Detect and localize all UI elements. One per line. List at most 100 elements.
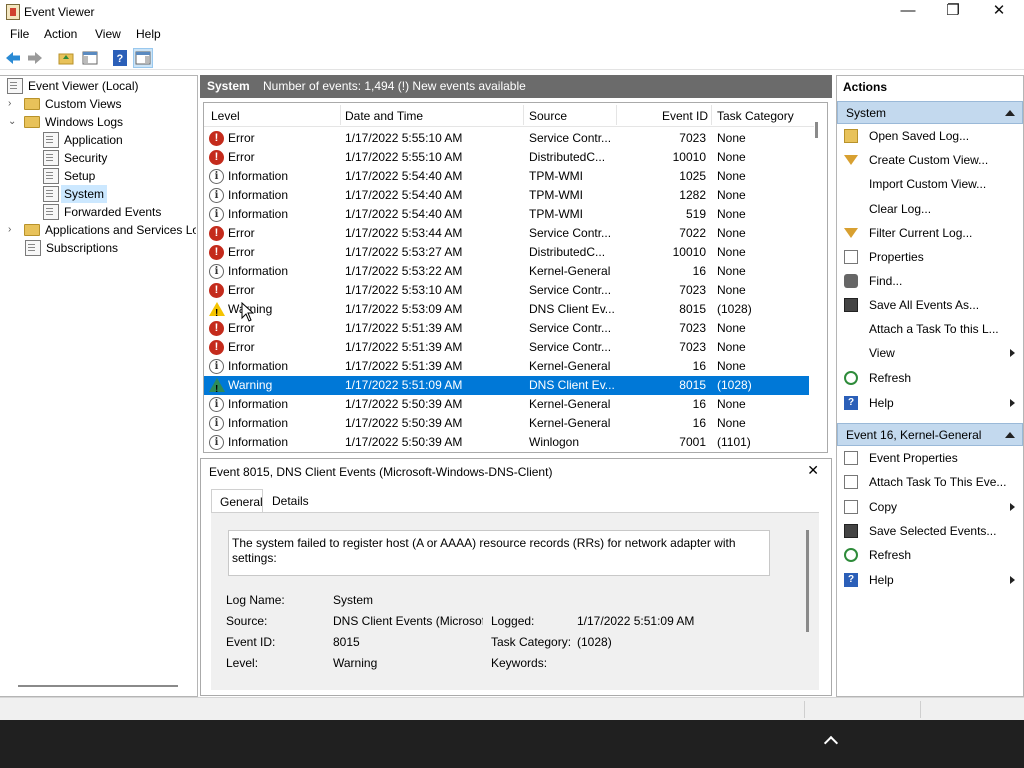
action-save-all-events-as[interactable]: Save All Events As...	[837, 294, 1023, 316]
event-list-scrollbar[interactable]	[815, 122, 818, 138]
warning-icon	[209, 378, 225, 399]
event-row[interactable]: ! Error 1/17/2022 5:51:39 AM Service Contr.…	[204, 319, 809, 338]
column-event-id[interactable]: Event ID	[662, 109, 708, 123]
information-icon: i	[209, 359, 224, 374]
expand-chevron-icon[interactable]: ›	[8, 225, 18, 235]
help-icon: ?	[113, 50, 127, 66]
event-row[interactable]: ! Error 1/17/2022 5:53:27 AM DistributedC..…	[204, 243, 809, 262]
detail-scrollbar[interactable]	[806, 530, 809, 632]
column-date-time[interactable]: Date and Time	[345, 109, 423, 123]
event-row[interactable]: ! Error 1/17/2022 5:55:10 AM Service Contr.…	[204, 129, 809, 148]
event-message[interactable]: The system failed to register host (A or…	[228, 530, 770, 576]
action-attach-task-to-this-eve[interactable]: Attach Task To This Eve...	[837, 471, 1023, 493]
refresh-icon	[844, 371, 858, 385]
action-find[interactable]: Find...	[837, 270, 1023, 292]
action-filter-current-log[interactable]: Filter Current Log...	[837, 222, 1023, 244]
tree-item-custom-views[interactable]: › Custom Views	[8, 95, 188, 113]
cell-date-time: 1/17/2022 5:51:39 AM	[345, 340, 463, 354]
menu-file[interactable]: File	[10, 27, 29, 41]
action-help[interactable]: ? Help	[837, 569, 1023, 591]
forward-button[interactable]	[25, 48, 45, 68]
help-toolbar-button[interactable]: ?	[110, 48, 130, 68]
information-icon: i	[209, 416, 224, 431]
event-row[interactable]: i Information 1/17/2022 5:54:40 AM TPM-WMI 1…	[204, 186, 809, 205]
submenu-arrow-icon	[1010, 349, 1015, 357]
column-divider[interactable]	[523, 105, 524, 125]
cell-source: DNS Client Ev...	[529, 378, 615, 392]
cell-source: TPM-WMI	[529, 188, 583, 202]
cell-date-time: 1/17/2022 5:54:40 AM	[345, 169, 463, 183]
properties-icon	[844, 451, 858, 465]
up-folder-button[interactable]	[56, 48, 76, 68]
column-level[interactable]: Level	[211, 109, 240, 123]
tab-details[interactable]: Details	[264, 489, 317, 513]
actions-section-event[interactable]: Event 16, Kernel-General	[837, 423, 1023, 446]
action-copy[interactable]: Copy	[837, 496, 1023, 518]
event-row[interactable]: i Information 1/17/2022 5:50:39 AM Winlogon…	[204, 433, 809, 452]
show-hide-tree-button[interactable]	[80, 48, 100, 68]
cell-task-category: None	[717, 245, 746, 259]
action-properties[interactable]: Properties	[837, 246, 1023, 268]
tree-horizontal-scrollbar[interactable]	[18, 685, 178, 687]
close-button[interactable]: ✕	[976, 0, 1022, 24]
event-row[interactable]: Warning 1/17/2022 5:51:09 AM DNS Client Ev…	[204, 376, 809, 399]
menu-help[interactable]: Help	[136, 27, 161, 41]
action-view[interactable]: View	[837, 342, 1023, 364]
column-divider[interactable]	[340, 105, 341, 125]
cell-event-id: 7023	[679, 340, 706, 354]
error-icon: !	[209, 283, 224, 298]
action-label: Help	[869, 396, 894, 410]
section-title: System	[846, 106, 887, 120]
event-row[interactable]: i Information 1/17/2022 5:51:39 AM Kernel-G…	[204, 357, 809, 376]
event-row[interactable]: i Information 1/17/2022 5:50:39 AM Kernel-G…	[204, 414, 809, 433]
action-attach-a-task-to-this-l[interactable]: Attach a Task To this L...	[837, 318, 1023, 340]
help-icon: ?	[844, 396, 858, 410]
action-import-custom-view[interactable]: Import Custom View...	[837, 173, 1023, 195]
event-row[interactable]: i Information 1/17/2022 5:50:39 AM Kernel-G…	[204, 395, 809, 414]
cell-date-time: 1/17/2022 5:51:09 AM	[345, 378, 463, 392]
event-row[interactable]: ! Error 1/17/2022 5:51:39 AM Service Contr.…	[204, 338, 809, 357]
folder-up-icon	[58, 53, 74, 65]
event-row[interactable]: ! Error 1/17/2022 5:53:44 AM Service Contr.…	[204, 224, 809, 243]
restore-button[interactable]: ❐	[930, 0, 976, 24]
action-refresh[interactable]: Refresh	[837, 367, 1023, 389]
cell-level: Information	[228, 359, 289, 373]
action-event-properties[interactable]: Event Properties	[837, 447, 1023, 469]
minimize-button[interactable]: —	[885, 0, 931, 24]
tree-item-applications-and-services[interactable]: › Applications and Services Lo	[8, 221, 196, 239]
collapse-triangle-icon[interactable]	[1005, 432, 1015, 438]
event-row[interactable]: i Information 1/17/2022 5:53:22 AM Kernel-G…	[204, 262, 809, 281]
tree-item-windows-logs[interactable]: ⌄ Windows Logs	[8, 113, 188, 131]
event-row[interactable]: ! Error 1/17/2022 5:53:10 AM Service Contr.…	[204, 281, 809, 300]
event-row[interactable]: ! Error 1/17/2022 5:55:10 AM DistributedC..…	[204, 148, 809, 167]
show-hidden-icons-chevron-icon[interactable]	[823, 735, 839, 751]
expand-chevron-icon[interactable]: ›	[8, 99, 18, 109]
action-label: Save All Events As...	[869, 298, 980, 312]
close-detail-button[interactable]: ✕	[807, 462, 819, 479]
collapse-chevron-icon[interactable]: ⌄	[8, 117, 18, 127]
cell-source: TPM-WMI	[529, 169, 583, 183]
action-save-selected-events[interactable]: Save Selected Events...	[837, 520, 1023, 542]
menu-action[interactable]: Action	[44, 27, 77, 41]
column-source[interactable]: Source	[529, 109, 567, 123]
show-hide-action-pane-button[interactable]	[133, 48, 153, 68]
actions-section-system[interactable]: System	[837, 101, 1023, 124]
tab-general[interactable]: General	[211, 489, 263, 513]
menu-view[interactable]: View	[95, 27, 121, 41]
column-divider[interactable]	[616, 105, 617, 125]
event-row[interactable]: i Information 1/17/2022 5:54:40 AM TPM-WMI 1…	[204, 167, 809, 186]
action-help[interactable]: ? Help	[837, 392, 1023, 414]
column-divider[interactable]	[711, 105, 712, 125]
collapse-triangle-icon[interactable]	[1005, 110, 1015, 116]
event-row[interactable]: Warning1/17/2022 5:53:09 AMDNS Client Ev…	[204, 300, 809, 323]
error-icon: !	[209, 150, 224, 165]
action-create-custom-view[interactable]: Create Custom View...	[837, 149, 1023, 171]
column-task-category[interactable]: Task Category	[717, 109, 794, 123]
action-open-saved-log[interactable]: Open Saved Log...	[837, 125, 1023, 147]
action-clear-log[interactable]: Clear Log...	[837, 198, 1023, 220]
back-button[interactable]	[3, 48, 23, 68]
cell-task-category: None	[717, 321, 746, 335]
console-tree-icon	[82, 51, 98, 65]
event-row[interactable]: i Information 1/17/2022 5:54:40 AM TPM-WMI 5…	[204, 205, 809, 224]
action-refresh[interactable]: Refresh	[837, 544, 1023, 566]
